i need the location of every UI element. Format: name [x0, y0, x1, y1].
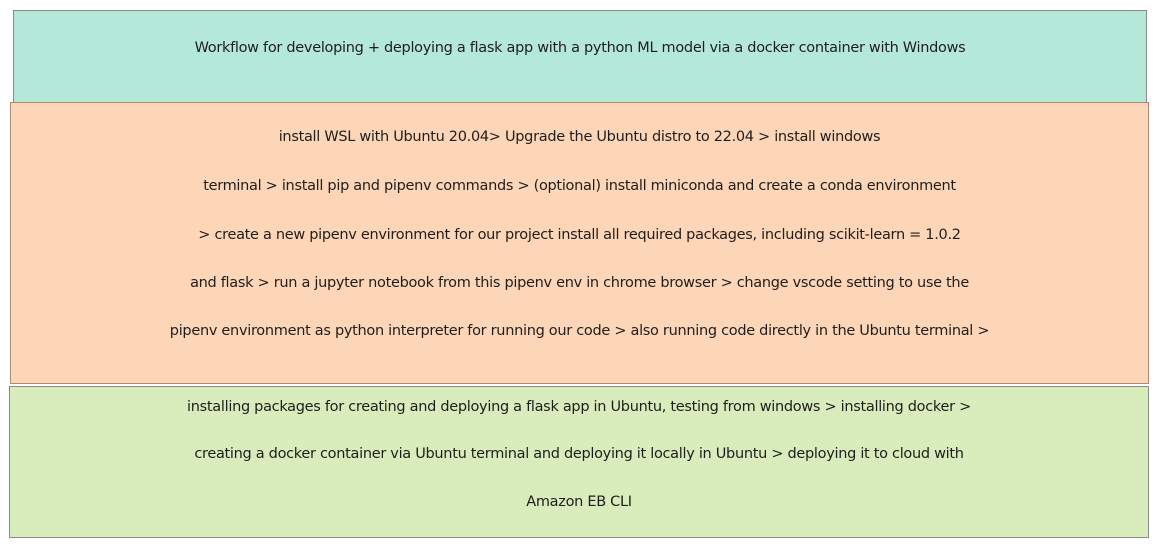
- deploy-steps-box: installing packages for creating and dep…: [9, 386, 1149, 538]
- setup-step-line: pipenv environment as python interpreter…: [169, 323, 990, 339]
- title-box: Workflow for developing + deploying a fl…: [13, 10, 1147, 103]
- setup-step-line: terminal > install pip and pipenv comman…: [203, 178, 956, 194]
- setup-step-line: > create a new pipenv environment for ou…: [198, 227, 961, 243]
- setup-step-line: and flask > run a jupyter notebook from …: [190, 275, 969, 291]
- setup-steps-box: install WSL with Ubuntu 20.04> Upgrade t…: [10, 102, 1149, 384]
- deploy-step-line: Amazon EB CLI: [526, 494, 632, 510]
- deploy-step-line: installing packages for creating and dep…: [187, 399, 971, 415]
- title-text: Workflow for developing + deploying a fl…: [194, 40, 966, 56]
- deploy-step-line: creating a docker container via Ubuntu t…: [194, 446, 964, 462]
- setup-step-line: install WSL with Ubuntu 20.04> Upgrade t…: [278, 129, 881, 145]
